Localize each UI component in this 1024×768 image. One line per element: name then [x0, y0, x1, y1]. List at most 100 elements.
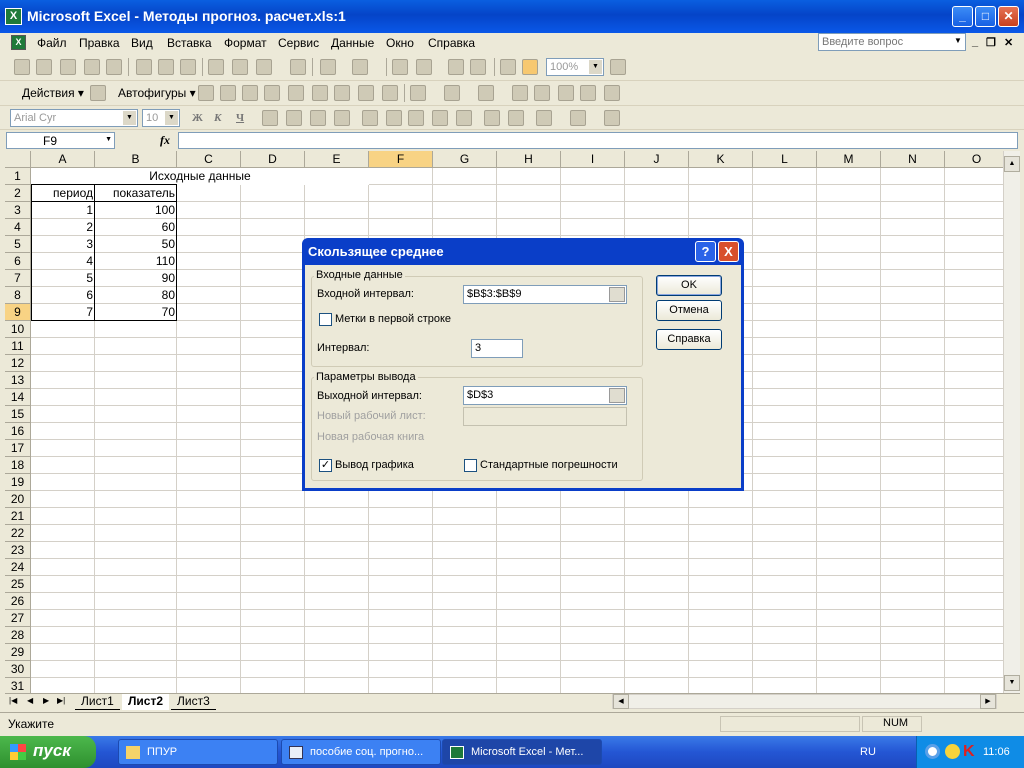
row-header[interactable]: 11 [5, 338, 31, 355]
menu-tools[interactable]: Сервис [278, 36, 319, 50]
period-cell[interactable]: 1 [31, 202, 95, 219]
picture-icon[interactable] [382, 85, 398, 101]
period-cell[interactable]: 2 [31, 219, 95, 236]
value-cell[interactable]: 80 [95, 287, 177, 304]
3d-icon[interactable] [604, 85, 620, 101]
title-bar[interactable]: X Microsoft Excel - Методы прогноз. расч… [0, 0, 1024, 33]
period-cell[interactable]: 7 [31, 304, 95, 321]
row-header[interactable]: 1 [5, 168, 31, 185]
next-sheet-icon[interactable]: ▶ [43, 696, 49, 705]
menu-format[interactable]: Формат [224, 36, 267, 50]
help-icon[interactable] [610, 59, 626, 75]
dialog-help-button[interactable]: ? [695, 241, 716, 262]
sort-desc-icon[interactable] [470, 59, 486, 75]
collapse-dialog-icon[interactable] [609, 388, 625, 403]
sheet-title-cell[interactable]: Исходные данные [31, 168, 369, 185]
increase-indent-icon[interactable] [508, 110, 524, 126]
period-cell[interactable]: 5 [31, 270, 95, 287]
column-header[interactable]: C [177, 151, 241, 168]
row-header[interactable]: 9 [5, 304, 31, 321]
language-indicator[interactable]: RU [860, 746, 876, 758]
doc-restore-button[interactable]: ❐ [986, 36, 996, 49]
select-all-corner[interactable] [5, 151, 31, 168]
insert-function-icon[interactable]: fx [160, 133, 170, 148]
column-header[interactable]: B [95, 151, 177, 168]
menu-window[interactable]: Окно [386, 36, 414, 50]
fill-color-icon[interactable] [410, 85, 426, 101]
period-cell[interactable]: 6 [31, 287, 95, 304]
align-left-icon[interactable] [262, 110, 278, 126]
drawing-toggle-icon[interactable] [522, 59, 538, 75]
undo-icon[interactable] [320, 59, 336, 75]
excel-app-icon[interactable]: X [5, 8, 22, 25]
zoom-select[interactable]: 100% ▼ [546, 58, 604, 76]
column-header[interactable]: J [625, 151, 689, 168]
column-header[interactable]: E [305, 151, 369, 168]
column-header[interactable]: O [945, 151, 1003, 168]
new-icon[interactable] [14, 59, 30, 75]
align-center-icon[interactable] [286, 110, 302, 126]
thousands-icon[interactable] [408, 110, 424, 126]
line-color-icon[interactable] [444, 85, 460, 101]
vertical-scrollbar[interactable]: ▲ ▼ [1003, 151, 1020, 693]
antivirus-icon[interactable]: K [963, 743, 975, 761]
value-cell[interactable]: 50 [95, 236, 177, 253]
chevron-down-icon[interactable]: ▼ [954, 36, 962, 45]
period-cell[interactable]: 3 [31, 236, 95, 253]
row-header[interactable]: 8 [5, 287, 31, 304]
percent-icon[interactable] [386, 110, 402, 126]
column-header[interactable]: A [31, 151, 95, 168]
select-objects-icon[interactable] [90, 85, 106, 101]
value-cell[interactable]: 100 [95, 202, 177, 219]
row-header[interactable]: 23 [5, 542, 31, 559]
menu-insert[interactable]: Вставка [167, 36, 212, 50]
row-header[interactable]: 29 [5, 644, 31, 661]
close-button[interactable]: ✕ [998, 6, 1019, 27]
column-header[interactable]: K [689, 151, 753, 168]
row-header[interactable]: 25 [5, 576, 31, 593]
draw-actions-menu[interactable]: Действия ▾ [22, 86, 84, 100]
row-header[interactable]: 17 [5, 440, 31, 457]
new-sheet-field[interactable] [463, 407, 627, 426]
ok-button[interactable]: OK [656, 275, 722, 296]
row-header[interactable]: 3 [5, 202, 31, 219]
rectangle-icon[interactable] [242, 85, 258, 101]
copy-icon[interactable] [232, 59, 248, 75]
menu-edit[interactable]: Правка [79, 36, 120, 50]
horizontal-scrollbar[interactable]: ◀ ▶ [612, 694, 997, 709]
period-cell[interactable]: 4 [31, 253, 95, 270]
permission-icon[interactable] [84, 59, 100, 75]
row-header[interactable]: 21 [5, 508, 31, 525]
row-header[interactable]: 7 [5, 270, 31, 287]
autosum-icon[interactable] [416, 59, 432, 75]
taskbar-item-folder[interactable]: ППУР [118, 739, 278, 765]
arrow-icon[interactable] [220, 85, 236, 101]
wordart-icon[interactable] [312, 85, 328, 101]
row-header[interactable]: 18 [5, 457, 31, 474]
hyperlink-icon[interactable] [392, 59, 408, 75]
tab-sheet3[interactable]: Лист3 [171, 694, 216, 710]
currency-icon[interactable] [362, 110, 378, 126]
tray-arrow-icon[interactable] [925, 744, 940, 759]
workbook-icon[interactable]: X [11, 35, 26, 50]
column-header[interactable]: H [497, 151, 561, 168]
row-header[interactable]: 26 [5, 593, 31, 610]
scroll-right-icon[interactable]: ▶ [980, 694, 996, 709]
name-box[interactable]: F9 ▼ [6, 132, 115, 149]
start-button[interactable]: пуск [0, 736, 96, 768]
save-icon[interactable] [60, 59, 76, 75]
decrease-indent-icon[interactable] [484, 110, 500, 126]
first-sheet-icon[interactable]: |◀ [9, 696, 17, 705]
underline-icon[interactable]: Ч [236, 112, 244, 124]
tab-sheet2[interactable]: Лист2 [122, 694, 170, 710]
print-preview-icon[interactable] [158, 59, 174, 75]
menu-view[interactable]: Вид [131, 36, 153, 50]
labels-checkbox[interactable] [319, 313, 332, 326]
menu-file[interactable]: Файл [37, 36, 67, 50]
autoshapes-menu[interactable]: Автофигуры ▾ [118, 86, 196, 100]
row-header[interactable]: 30 [5, 661, 31, 678]
row-header[interactable]: 12 [5, 355, 31, 372]
chart-wizard-icon[interactable] [500, 59, 516, 75]
row-header[interactable]: 28 [5, 627, 31, 644]
row-header[interactable]: 6 [5, 253, 31, 270]
